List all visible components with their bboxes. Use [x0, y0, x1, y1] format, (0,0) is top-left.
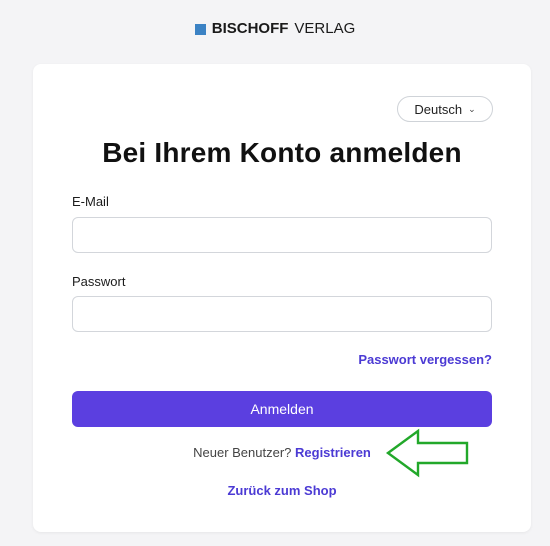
- brand-square-icon: [194, 23, 206, 35]
- new-user-text: Neuer Benutzer?: [193, 445, 292, 460]
- brand-logo: BISCHOFF VERLAG: [0, 20, 550, 38]
- back-row: Zurück zum Shop: [33, 483, 531, 498]
- forgot-password-link[interactable]: Passwort vergessen?: [358, 352, 492, 367]
- chevron-down-icon: ⌄: [468, 103, 476, 114]
- login-button[interactable]: Anmelden: [72, 391, 492, 427]
- password-field[interactable]: [72, 296, 492, 332]
- language-selected-label: Deutsch: [414, 101, 463, 117]
- email-label: E-Mail: [72, 194, 109, 209]
- language-select[interactable]: Deutsch ⌄: [397, 96, 493, 122]
- password-label: Passwort: [72, 274, 126, 289]
- brand-name-bold: BISCHOFF: [211, 20, 289, 37]
- brand-name-regular: VERLAG: [294, 20, 356, 37]
- page-title: Bei Ihrem Konto anmelden: [102, 137, 462, 168]
- arrow-left-icon: [385, 428, 469, 478]
- email-field[interactable]: [72, 217, 492, 253]
- register-link[interactable]: Registrieren: [295, 445, 371, 460]
- login-page: BISCHOFF VERLAG Deutsch ⌄ Bei Ihrem Kont…: [0, 0, 550, 546]
- back-to-shop-link[interactable]: Zurück zum Shop: [227, 483, 336, 498]
